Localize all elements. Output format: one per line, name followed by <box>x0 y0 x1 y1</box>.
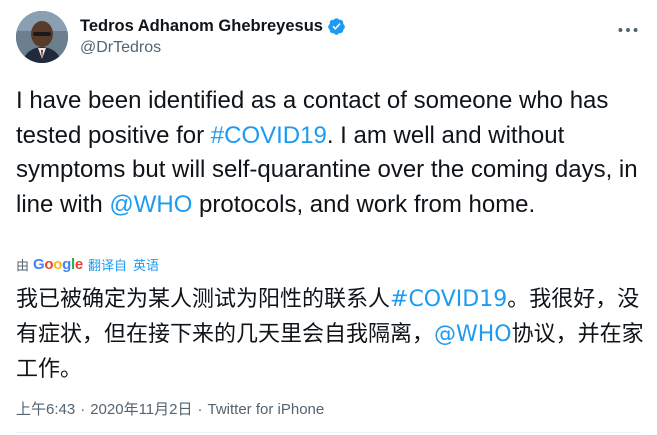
divider <box>16 432 641 433</box>
verified-badge-icon <box>327 17 346 36</box>
author-names: Tedros Adhanom Ghebreyesus @DrTedros <box>80 15 346 57</box>
tweet-time[interactable]: 上午6:43 <box>16 401 75 418</box>
translated-text-part: 我已被确定为某人测试为阳性的联系人 <box>16 287 391 312</box>
meta-separator: · <box>80 401 86 418</box>
meta-separator: · <box>197 401 203 418</box>
avatar[interactable] <box>16 11 68 63</box>
avatar-image <box>16 11 68 63</box>
translated-from-label[interactable]: 翻译自 <box>88 255 127 274</box>
translated-hashtag-link[interactable]: #COVID19 <box>390 287 507 312</box>
source-language[interactable]: 英语 <box>133 255 159 274</box>
mention-link[interactable]: @WHO <box>109 191 192 218</box>
translation-attribution: 由 Google 翻译自 英语 <box>16 254 159 274</box>
display-name-row: Tedros Adhanom Ghebreyesus <box>80 15 346 37</box>
tweet-header: Tedros Adhanom Ghebreyesus @DrTedros <box>16 11 641 67</box>
tweet-date[interactable]: 2020年11月2日 <box>90 401 192 418</box>
tweet-text: I have been identified as a contact of s… <box>16 84 641 222</box>
tweet-card: Tedros Adhanom Ghebreyesus @DrTedros I h… <box>0 0 657 435</box>
display-name[interactable]: Tedros Adhanom Ghebreyesus <box>80 17 323 36</box>
google-logo: Google <box>33 255 83 273</box>
hashtag-link[interactable]: #COVID19 <box>211 122 327 149</box>
tweet-meta: 上午6:43 · 2020年11月2日 · Twitter for iPhone <box>16 398 324 419</box>
translated-mention-link[interactable]: @WHO <box>434 322 512 347</box>
tweet-source[interactable]: Twitter for iPhone <box>208 401 325 418</box>
translated-text: 我已被确定为某人测试为阳性的联系人#COVID19。我很好，没有症状，但在接下来… <box>16 282 646 387</box>
translated-by-label: 由 <box>16 257 30 273</box>
author-handle[interactable]: @DrTedros <box>80 39 346 57</box>
more-options-icon[interactable] <box>615 17 641 43</box>
tweet-text-part: protocols, and work from home. <box>192 190 536 218</box>
